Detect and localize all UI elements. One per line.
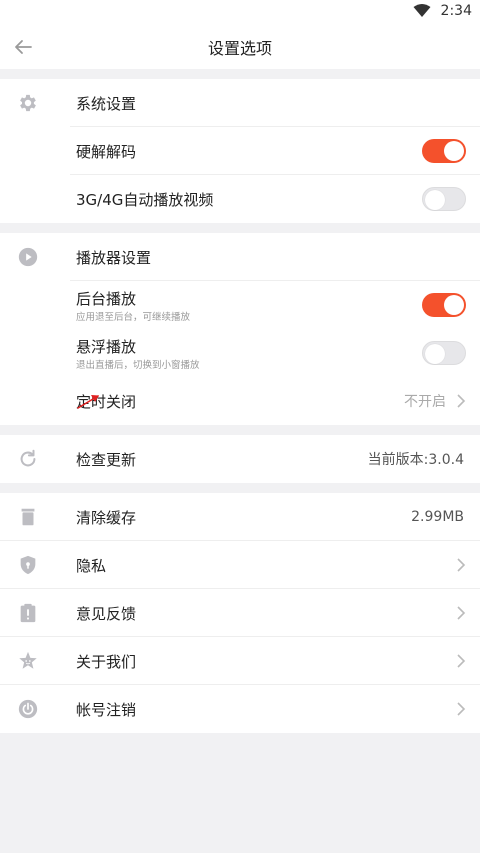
auto-play-label: 3G/4G自动播放视频 (76, 190, 214, 209)
misc-list-card: 清除缓存 2.99MB 隐私 意见反馈 关于我们 帐号注销 (0, 493, 480, 733)
timer-close-value: 不开启 (404, 394, 446, 410)
status-time: 2:34 (440, 3, 472, 19)
check-update-card: 检查更新 当前版本:3.0.4 (0, 435, 480, 483)
auto-play-toggle[interactable] (422, 187, 466, 211)
background-play-label: 后台播放 (76, 290, 137, 308)
status-right: 2:34 (413, 3, 472, 19)
hw-decode-toggle[interactable] (422, 139, 466, 163)
clear-cache-label: 清除缓存 (76, 508, 137, 527)
float-play-desc: 退出直播后，切换到小窗播放 (76, 360, 200, 371)
power-icon (18, 699, 38, 719)
background-play-desc: 应用退至后台，可继续播放 (76, 312, 191, 323)
star-face-icon (19, 651, 37, 669)
feedback-label: 意见反馈 (76, 604, 137, 623)
float-play-row: 悬浮播放 退出直播后，切换到小窗播放 (0, 329, 480, 377)
play-circle-icon (18, 247, 38, 267)
chevron-right-icon (457, 558, 466, 572)
toggle-knob (425, 344, 445, 364)
account-cancel-label: 帐号注销 (76, 700, 137, 719)
status-bar: 2:34 (0, 0, 480, 24)
system-settings-card: 系统设置 硬解解码 3G/4G自动播放视频 (0, 79, 480, 223)
system-settings-title: 系统设置 (76, 94, 137, 113)
version-value: 当前版本:3.0.4 (367, 452, 464, 468)
system-settings-header: 系统设置 (0, 79, 480, 127)
check-update-row[interactable]: 检查更新 当前版本:3.0.4 (0, 435, 480, 483)
account-cancel-row[interactable]: 帐号注销 (0, 685, 480, 733)
refresh-icon (20, 449, 36, 467)
feedback-row[interactable]: 意见反馈 (0, 589, 480, 637)
chevron-right-icon (457, 702, 466, 716)
hw-decode-label: 硬解解码 (76, 142, 137, 161)
cache-size-value: 2.99MB (411, 509, 464, 525)
timer-close-row[interactable]: 定时关闭 不开启 (0, 377, 480, 425)
toggle-knob (444, 141, 464, 161)
toggle-knob (425, 190, 445, 210)
shield-icon (20, 555, 36, 575)
auto-play-row: 3G/4G自动播放视频 (0, 175, 480, 223)
chevron-right-icon (457, 654, 466, 668)
chevron-right-icon (457, 606, 466, 620)
hw-decode-row: 硬解解码 (0, 127, 480, 175)
background-play-toggle[interactable] (422, 293, 466, 317)
privacy-row[interactable]: 隐私 (0, 541, 480, 589)
page-title: 设置选项 (207, 38, 272, 58)
player-settings-header: 播放器设置 (0, 233, 480, 281)
about-label: 关于我们 (76, 652, 137, 671)
player-settings-title: 播放器设置 (76, 248, 152, 267)
float-play-label: 悬浮播放 (76, 338, 137, 356)
toggle-knob (444, 295, 464, 315)
back-arrow-icon[interactable] (12, 36, 34, 58)
clipboard-alert-icon (20, 603, 36, 623)
trash-icon (21, 508, 35, 526)
privacy-label: 隐私 (76, 556, 107, 575)
float-play-toggle[interactable] (422, 341, 466, 365)
app-header: 设置选项 (0, 24, 480, 69)
gear-icon (20, 94, 36, 112)
background-play-row: 后台播放 应用退至后台，可继续播放 (0, 281, 480, 329)
wifi-icon (413, 4, 431, 17)
chevron-right-icon (457, 394, 466, 408)
check-update-label: 检查更新 (76, 450, 137, 469)
about-row[interactable]: 关于我们 (0, 637, 480, 685)
player-settings-card: 播放器设置 后台播放 应用退至后台，可继续播放 悬浮播放 退出直播后，切换到小窗… (0, 233, 480, 425)
clear-cache-row[interactable]: 清除缓存 2.99MB (0, 493, 480, 541)
annotation-arrow-icon (77, 395, 99, 409)
